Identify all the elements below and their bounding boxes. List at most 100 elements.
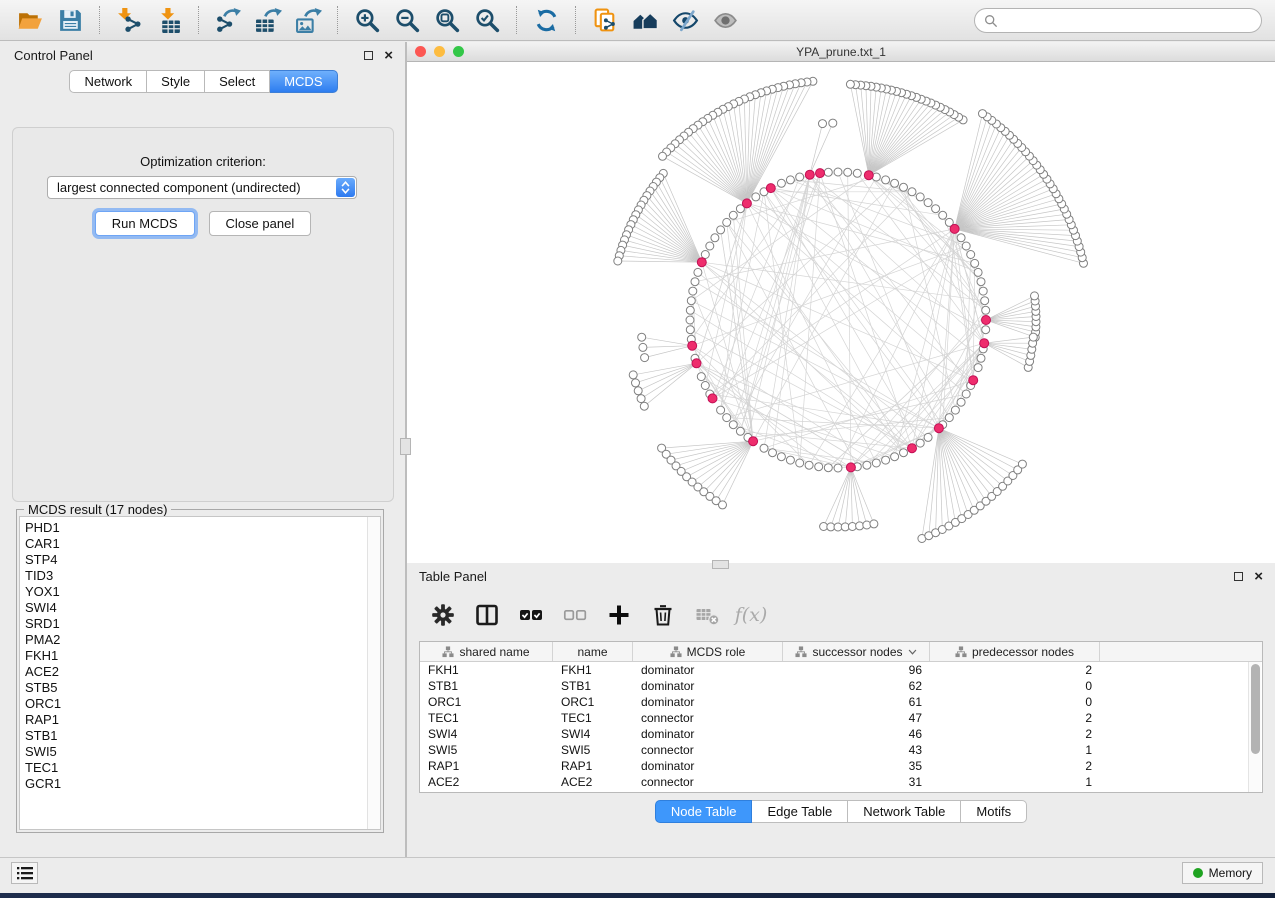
mcds-result-item[interactable]: GCR1 — [25, 776, 367, 792]
table-cell: 29 — [783, 790, 930, 792]
table-row[interactable]: ORC1ORC1dominator610 — [420, 694, 1262, 710]
task-history-button[interactable] — [11, 862, 38, 884]
column-header-shared-name[interactable]: shared name — [420, 642, 553, 661]
export-image-button[interactable] — [288, 3, 328, 37]
table-settings-button[interactable] — [425, 597, 461, 633]
mcds-tab-content: Optimization criterion: largest connecte… — [12, 127, 394, 502]
mcds-result-item[interactable]: RAP1 — [25, 712, 367, 728]
refresh-layout-button[interactable] — [526, 3, 566, 37]
column-header-name[interactable]: name — [553, 642, 633, 661]
mcds-result-item[interactable]: STB5 — [25, 680, 367, 696]
table-cell: SWI4 — [553, 726, 633, 742]
search-box[interactable] — [974, 8, 1262, 33]
mcds-result-item[interactable]: PMA2 — [25, 632, 367, 648]
import-table-button[interactable] — [149, 3, 189, 37]
column-header-successor-nodes[interactable]: successor nodes — [783, 642, 930, 661]
mcds-result-item[interactable]: SRD1 — [25, 616, 367, 632]
close-table-icon[interactable]: × — [1254, 572, 1263, 581]
table-scrollbar-thumb[interactable] — [1251, 664, 1260, 754]
table-row[interactable]: STB1STB1dominator620 — [420, 678, 1262, 694]
tab-motifs[interactable]: Motifs — [961, 800, 1027, 823]
zoom-fit-button[interactable] — [427, 3, 467, 37]
mcds-result-item[interactable]: YOX1 — [25, 584, 367, 600]
table-row[interactable]: YOX1YOX1connector291 — [420, 790, 1262, 792]
hide-selected-icon — [672, 7, 699, 34]
table-row[interactable]: TEC1TEC1connector472 — [420, 710, 1262, 726]
mcds-result-item[interactable]: TID3 — [25, 568, 367, 584]
mcds-result-list[interactable]: PHD1CAR1STP4TID3YOX1SWI4SRD1PMA2FKH1ACE2… — [19, 516, 381, 830]
export-network-button[interactable] — [208, 3, 248, 37]
export-table-button[interactable] — [248, 3, 288, 37]
column-type-icon — [795, 646, 807, 658]
mcds-result-item[interactable]: SWI4 — [25, 600, 367, 616]
table-row[interactable]: RAP1RAP1dominator352 — [420, 758, 1262, 774]
mcds-result-item[interactable]: STB1 — [25, 728, 367, 744]
show-columns-button[interactable] — [469, 597, 505, 633]
float-window-icon[interactable] — [364, 51, 373, 60]
table-cell: YOX1 — [553, 790, 633, 792]
show-all-button[interactable] — [705, 3, 745, 37]
table-row[interactable]: ACE2ACE2connector311 — [420, 774, 1262, 790]
table-row[interactable]: SWI5SWI5connector431 — [420, 742, 1262, 758]
table-splitter-handle[interactable] — [712, 560, 729, 569]
mcds-result-item[interactable]: FKH1 — [25, 648, 367, 664]
create-column-button[interactable] — [601, 597, 637, 633]
unselect-all-columns-button[interactable] — [557, 597, 593, 633]
tab-mcds[interactable]: MCDS — [270, 70, 337, 93]
optimization-criterion-select[interactable]: largest connected component (undirected) — [47, 176, 357, 199]
open-file-button[interactable] — [10, 3, 50, 37]
column-label: shared name — [459, 645, 529, 659]
close-panel-icon[interactable]: × — [384, 51, 393, 60]
save-session-button[interactable] — [50, 3, 90, 37]
select-all-columns-button[interactable] — [513, 597, 549, 633]
hide-selected-button[interactable] — [665, 3, 705, 37]
run-mcds-button[interactable]: Run MCDS — [95, 211, 195, 236]
table-scrollbar[interactable] — [1248, 662, 1261, 792]
table-row[interactable]: SWI4SWI4dominator462 — [420, 726, 1262, 742]
dropdown-stepper-icon — [336, 178, 355, 197]
zoom-in-button[interactable] — [347, 3, 387, 37]
network-from-selection-button[interactable] — [585, 3, 625, 37]
mcds-result-item[interactable]: ACE2 — [25, 664, 367, 680]
mcds-result-item[interactable]: STP4 — [25, 552, 367, 568]
tab-network[interactable]: Network — [69, 70, 147, 93]
panel-splitter-handle[interactable] — [400, 438, 411, 455]
export-table-icon — [255, 7, 282, 34]
float-table-icon[interactable] — [1234, 572, 1243, 581]
table-cell: 46 — [783, 726, 930, 742]
import-network-button[interactable] — [109, 3, 149, 37]
column-label: name — [577, 645, 607, 659]
node-table: shared name name MCDS role successor nodes p… — [419, 641, 1263, 793]
delete-table-icon — [695, 603, 719, 627]
delete-column-button[interactable] — [645, 597, 681, 633]
tab-style[interactable]: Style — [147, 70, 205, 93]
first-neighbors-button[interactable] — [625, 3, 665, 37]
zoom-out-icon — [394, 7, 421, 34]
table-row[interactable]: FKH1FKH1dominator962 — [420, 662, 1262, 678]
zoom-out-button[interactable] — [387, 3, 427, 37]
network-canvas[interactable] — [407, 62, 1275, 563]
tab-node-table[interactable]: Node Table — [655, 800, 753, 823]
mcds-result-item[interactable]: ORC1 — [25, 696, 367, 712]
network-graph — [407, 62, 1275, 563]
mcds-result-item[interactable]: CAR1 — [25, 536, 367, 552]
mcds-result-item[interactable]: TEC1 — [25, 760, 367, 776]
table-cell: 0 — [930, 678, 1100, 694]
column-header-MCDS-role[interactable]: MCDS role — [633, 642, 783, 661]
mcds-result-item[interactable]: SWI5 — [25, 744, 367, 760]
network-view-panel: YPA_prune.txt_1 — [407, 42, 1275, 563]
memory-button[interactable]: Memory — [1182, 862, 1263, 884]
column-label: successor nodes — [812, 645, 902, 659]
table-cell: connector — [633, 710, 783, 726]
tab-select[interactable]: Select — [205, 70, 270, 93]
mcds-result-scrollbar[interactable] — [367, 517, 380, 829]
zoom-selected-button[interactable] — [467, 3, 507, 37]
table-cell: connector — [633, 774, 783, 790]
tab-edge-table[interactable]: Edge Table — [752, 800, 848, 823]
tab-network-table[interactable]: Network Table — [848, 800, 961, 823]
mcds-result-item[interactable]: PHD1 — [25, 520, 367, 536]
column-header-predecessor-nodes[interactable]: predecessor nodes — [930, 642, 1100, 661]
search-input[interactable] — [1004, 13, 1252, 28]
close-panel-button[interactable]: Close panel — [209, 211, 312, 236]
table-cell: TEC1 — [553, 710, 633, 726]
